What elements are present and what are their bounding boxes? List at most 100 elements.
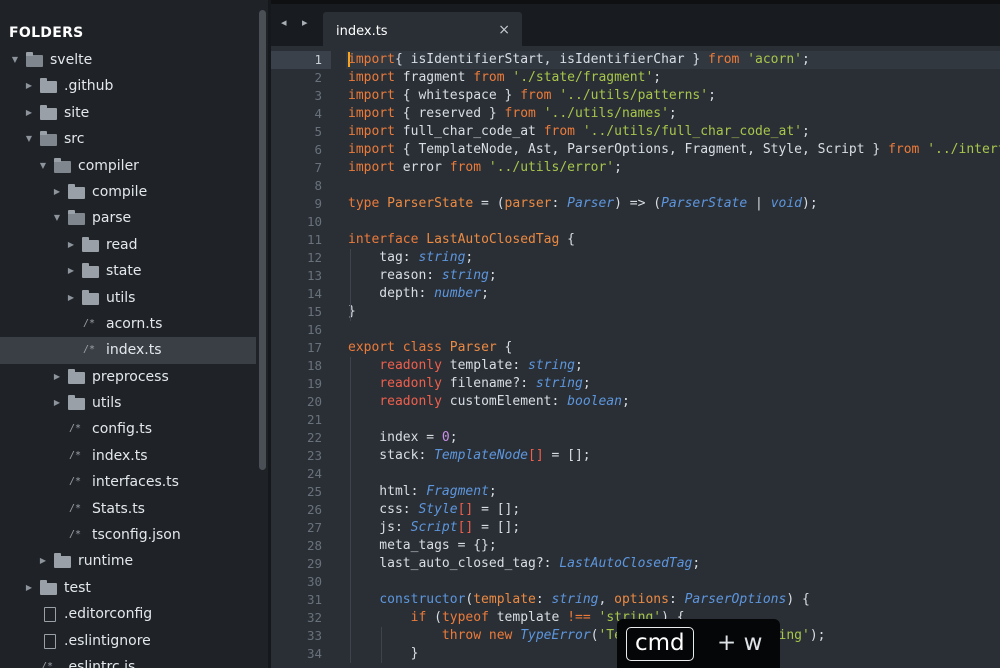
sidebar-item[interactable]: /* Stats.ts (0, 496, 256, 522)
sidebar-item[interactable]: ▶ preprocess (0, 364, 256, 390)
code-line[interactable] (348, 321, 1000, 339)
code-line[interactable]: import { reserved } from '../utils/names… (348, 105, 1000, 123)
sidebar-item[interactable]: /* interfaces.ts (0, 469, 256, 495)
tab-index-ts[interactable]: index.ts × (323, 12, 522, 50)
tab-close-icon[interactable]: × (498, 22, 510, 38)
sidebar-item[interactable]: ▶ runtime (0, 548, 256, 574)
chevron-down-icon[interactable]: ▼ (10, 47, 20, 73)
sidebar-item[interactable]: /* .eslintrc.js (0, 654, 256, 668)
code-line[interactable]: tag: string; (348, 249, 1000, 267)
sidebar-item[interactable]: ▼ svelte (0, 47, 256, 73)
code-line[interactable]: last_auto_closed_tag?: LastAutoClosedTag… (348, 555, 1000, 573)
chevron-right-icon[interactable]: ▶ (24, 100, 34, 126)
sidebar-item[interactable]: ▶ read (0, 232, 256, 258)
chevron-right-icon[interactable]: ▶ (66, 258, 76, 284)
sidebar-item[interactable]: /* acorn.ts (0, 311, 256, 337)
chevron-right-icon[interactable]: ▶ (24, 73, 34, 99)
code-token: ; (668, 106, 677, 121)
code-token: typeof (441, 610, 489, 625)
folder-icon (68, 368, 85, 384)
code-line[interactable]: } (348, 303, 1000, 321)
code-line[interactable] (348, 465, 1000, 483)
code-token: last_auto_closed_tag?: (348, 556, 560, 571)
code-line[interactable]: css: Style[] = []; (348, 501, 1000, 519)
sidebar-item[interactable]: ▼ parse (0, 205, 256, 231)
sidebar-item[interactable]: ▶ state (0, 258, 256, 284)
line-number: 22 (306, 430, 322, 445)
sidebar-item[interactable]: .eslintignore (0, 628, 256, 654)
sidebar-item[interactable]: ▼ compiler (0, 153, 256, 179)
code-line[interactable] (348, 573, 1000, 591)
sidebar-item[interactable]: /* config.ts (0, 416, 256, 442)
code-line[interactable]: constructor(template: string, options: P… (348, 591, 1000, 609)
code-line[interactable]: js: Script[] = []; (348, 519, 1000, 537)
sidebar-item[interactable]: /* index.ts (0, 337, 256, 364)
code-line[interactable]: import error from '../utils/error'; (348, 159, 1000, 177)
file-tree: ▼ svelte ▶ .github ▶ site ▼ src ▼ compiler ▶ compil… (0, 47, 256, 668)
chevron-down-icon[interactable]: ▼ (24, 126, 34, 152)
code-line[interactable] (348, 411, 1000, 429)
chevron-down-icon[interactable]: ▼ (52, 205, 62, 231)
sidebar-item-label: .github (64, 78, 114, 95)
chevron-right-icon[interactable]: ▶ (66, 285, 76, 311)
line-number: 2 (314, 70, 322, 85)
code-line[interactable]: readonly filename?: string; (348, 375, 1000, 393)
code-line[interactable]: import fragment from './state/fragment'; (348, 69, 1000, 87)
code-line[interactable]: import full_char_code_at from '../utils/… (348, 123, 1000, 141)
code-token: readonly (379, 376, 442, 391)
code-token: from (504, 106, 536, 121)
code-line[interactable] (348, 213, 1000, 231)
code-token: void (770, 196, 802, 211)
chevron-right-icon[interactable]: ▶ (38, 548, 48, 574)
sidebar-item[interactable]: /* index.ts (0, 443, 256, 469)
sidebar-scrollbar[interactable] (259, 10, 266, 470)
sidebar-item[interactable]: /* tsconfig.json (0, 522, 256, 548)
chevron-right-icon[interactable]: ▶ (66, 232, 76, 258)
code-line[interactable] (348, 177, 1000, 195)
sidebar-item[interactable]: ▶ utils (0, 285, 256, 311)
code-line[interactable]: type ParserState = (parser: Parser) => (… (348, 195, 1000, 213)
code-editor[interactable]: 1 2 3 4 5 6 7 8 9 10 11 12 13 14 15 16 17 18 19 20 21 22 23 24 2… (271, 46, 1000, 668)
code-line[interactable]: readonly template: string; (348, 357, 1000, 375)
code-token: Parser (449, 340, 497, 355)
code-area[interactable]: import{ isIdentifierStart, isIdentifierC… (346, 51, 1000, 663)
line-number: 1 (271, 51, 331, 69)
sidebar-item[interactable]: ▶ test (0, 575, 256, 601)
line-number: 4 (314, 106, 322, 121)
code-line[interactable]: interface LastAutoClosedTag { (348, 231, 1000, 249)
sidebar-item[interactable]: ▼ src (0, 126, 256, 152)
code-line[interactable]: import { whitespace } from '../utils/pat… (348, 87, 1000, 105)
code-line[interactable]: index = 0; (348, 429, 1000, 447)
code-line[interactable]: readonly customElement: boolean; (348, 393, 1000, 411)
sidebar-item[interactable]: ▶ utils (0, 390, 256, 416)
sidebar-item[interactable]: ▶ compile (0, 179, 256, 205)
chevron-down-icon[interactable]: ▼ (38, 153, 48, 179)
code-line[interactable]: export class Parser { (348, 339, 1000, 357)
chevron-right-icon[interactable]: ▶ (52, 390, 62, 416)
sidebar-item-label: interfaces.ts (92, 474, 179, 491)
sidebar-item[interactable]: ▶ .github (0, 73, 256, 99)
code-line[interactable]: import{ isIdentifierStart, isIdentifierC… (346, 51, 1000, 69)
chevron-right-icon[interactable]: ▶ (52, 179, 62, 205)
code-token: { (496, 340, 513, 355)
code-line[interactable]: stack: TemplateNode[] = []; (348, 447, 1000, 465)
code-line[interactable]: meta_tags = {}; (348, 537, 1000, 555)
sidebar-item[interactable]: ▶ site (0, 100, 256, 126)
sidebar-item-label: acorn.ts (106, 315, 163, 332)
code-line[interactable]: reason: string; (348, 267, 1000, 285)
line-number: 20 (306, 394, 322, 409)
sidebar-item[interactable]: .editorconfig (0, 601, 256, 627)
chevron-right-icon[interactable]: ▶ (52, 364, 62, 390)
chevron-right-icon[interactable]: ▶ (24, 575, 34, 601)
code-token: ; (582, 376, 591, 391)
line-number: 8 (314, 178, 322, 193)
code-line[interactable]: import { TemplateNode, Ast, ParserOption… (348, 141, 1000, 159)
tab-nav-arrows-icon[interactable]: ◂ ▸ (281, 16, 314, 29)
code-token: template (488, 610, 568, 625)
code-line[interactable]: html: Fragment; (348, 483, 1000, 501)
code-line[interactable]: depth: number; (348, 285, 1000, 303)
